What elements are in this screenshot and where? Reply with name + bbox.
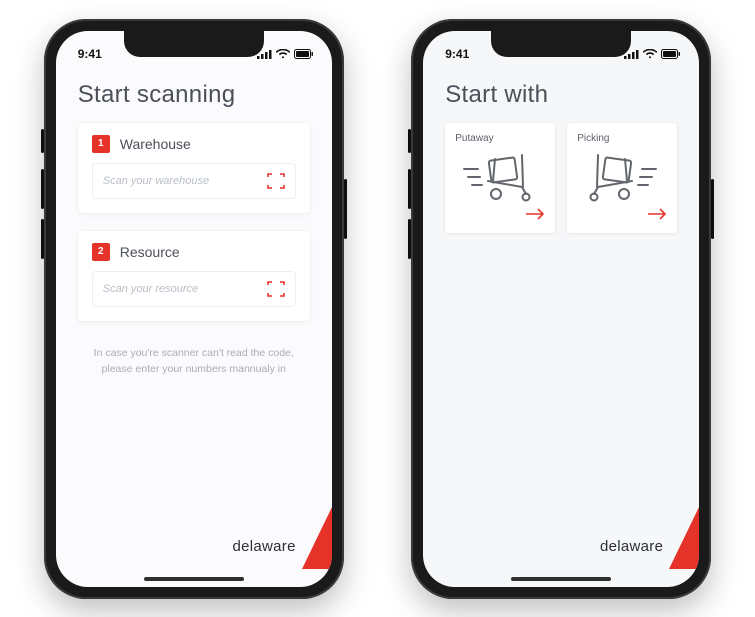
battery-icon bbox=[294, 49, 314, 59]
brand-name: delaware bbox=[600, 538, 663, 555]
phone-mockup-scanning: 9:41 Start scanning 1 Warehouse bbox=[44, 19, 344, 599]
status-time: 9:41 bbox=[445, 47, 469, 61]
arrow-right-icon bbox=[525, 207, 545, 225]
tile-label-picking: Picking bbox=[577, 133, 667, 144]
barcode-icon[interactable] bbox=[257, 173, 295, 189]
step-badge-2: 2 bbox=[92, 243, 110, 261]
helper-text: In case you're scanner can't read the co… bbox=[78, 345, 310, 378]
device-notch bbox=[124, 31, 264, 57]
wifi-icon bbox=[643, 49, 657, 59]
barcode-icon[interactable] bbox=[257, 281, 295, 297]
warehouse-scan-field[interactable] bbox=[92, 163, 296, 199]
tile-picking[interactable]: Picking bbox=[567, 123, 677, 233]
tile-label-putaway: Putaway bbox=[455, 133, 545, 144]
brand-name: delaware bbox=[232, 538, 295, 555]
status-time: 9:41 bbox=[78, 47, 102, 61]
tile-putaway[interactable]: Putaway bbox=[445, 123, 555, 233]
step-badge-1: 1 bbox=[92, 135, 110, 153]
card-label-warehouse: Warehouse bbox=[120, 136, 191, 152]
helper-line-1: In case you're scanner can't read the co… bbox=[94, 347, 294, 359]
picking-illustration-icon bbox=[577, 150, 667, 207]
home-indicator[interactable] bbox=[511, 577, 611, 581]
brand: delaware bbox=[600, 507, 699, 569]
battery-icon bbox=[661, 49, 681, 59]
resource-scan-field[interactable] bbox=[92, 271, 296, 307]
brand-triangle-icon bbox=[302, 507, 332, 569]
brand: delaware bbox=[232, 507, 331, 569]
scan-card-resource: 2 Resource bbox=[78, 231, 310, 321]
phone-mockup-startwith: 9:41 Start with Putaway bbox=[411, 19, 711, 599]
scan-card-warehouse: 1 Warehouse bbox=[78, 123, 310, 213]
home-indicator[interactable] bbox=[144, 577, 244, 581]
page-title: Start scanning bbox=[78, 81, 310, 109]
warehouse-input[interactable] bbox=[93, 164, 257, 198]
putaway-illustration-icon bbox=[455, 150, 545, 207]
resource-input[interactable] bbox=[93, 272, 257, 306]
wifi-icon bbox=[276, 49, 290, 59]
brand-triangle-icon bbox=[669, 507, 699, 569]
page-title: Start with bbox=[445, 81, 677, 109]
helper-line-2: please enter your numbers mannualy in bbox=[102, 363, 286, 375]
card-label-resource: Resource bbox=[120, 244, 180, 260]
arrow-right-icon bbox=[647, 207, 667, 225]
device-notch bbox=[491, 31, 631, 57]
